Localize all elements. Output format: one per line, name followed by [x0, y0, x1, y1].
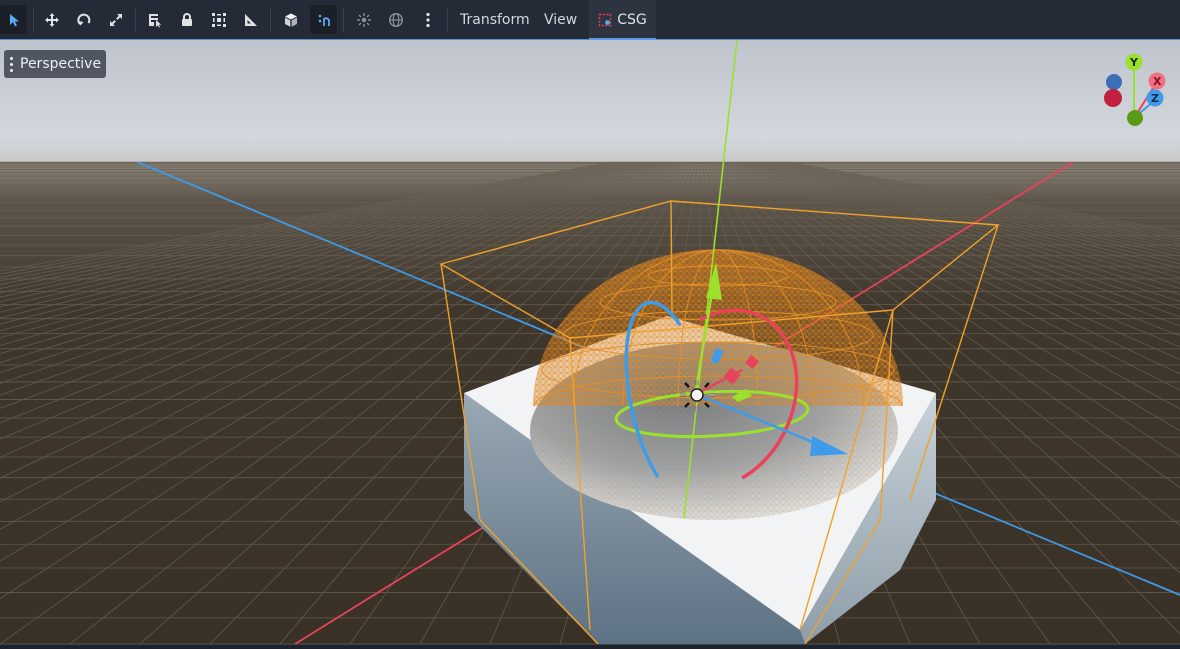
scale-icon	[109, 13, 122, 26]
rotate-icon	[76, 13, 90, 25]
sun-preview-toggle[interactable]	[350, 5, 377, 34]
scene-canvas: Y X Z	[0, 40, 1180, 644]
toolbar-separator	[270, 8, 271, 32]
scale-tool-button[interactable]	[102, 5, 129, 34]
toolbar-separator	[343, 8, 344, 32]
gizmo-z-label: Z	[1151, 92, 1159, 105]
gizmo-neg-y-ball[interactable]	[1127, 110, 1143, 126]
tab-csg[interactable]: CSG	[589, 0, 656, 40]
move-arrows-icon	[44, 12, 59, 27]
gizmo-neg-x-ball[interactable]	[1104, 89, 1122, 107]
bottom-panel-edge	[0, 644, 1180, 649]
list-select-icon	[148, 13, 161, 27]
lock-tool-button[interactable]	[173, 5, 200, 34]
environment-preview-toggle[interactable]	[382, 5, 409, 34]
pointer-arrow-icon	[9, 13, 19, 26]
snap-magnet-icon	[318, 14, 330, 26]
rotate-tool-button[interactable]	[70, 5, 97, 34]
3d-viewport[interactable]: Y X Z Perspective	[0, 40, 1180, 644]
csg-tab-label: CSG	[617, 11, 647, 28]
toolbar-separator	[135, 8, 136, 32]
more-options-button[interactable]	[414, 5, 441, 34]
ruler-tool-button[interactable]	[237, 5, 264, 34]
csg-dotted-box-icon	[599, 13, 612, 26]
group-icon	[211, 12, 226, 27]
sun-icon	[356, 12, 371, 27]
view-menu[interactable]: View	[544, 0, 577, 39]
cube-icon	[284, 13, 297, 27]
globe-icon	[388, 12, 403, 27]
gizmo-x-label: X	[1153, 75, 1162, 88]
transform-menu[interactable]: Transform	[460, 0, 530, 39]
list-select-tool-button[interactable]	[141, 5, 168, 34]
viewport-toolbar: Transform View CSG	[0, 0, 1180, 40]
gizmo-neg-z-ball[interactable]	[1106, 74, 1122, 90]
ruler-icon	[244, 13, 257, 26]
toolbar-separator	[447, 8, 448, 32]
snap-toggle[interactable]	[310, 5, 337, 34]
group-tool-button[interactable]	[205, 5, 232, 34]
select-tool-button[interactable]	[0, 5, 27, 34]
perspective-label: Perspective	[20, 56, 102, 72]
vertical-dots-icon	[10, 56, 13, 72]
toolbar-separator	[33, 8, 34, 32]
move-tool-button[interactable]	[38, 5, 65, 34]
gizmo-y-label: Y	[1129, 56, 1139, 69]
perspective-menu-button[interactable]: Perspective	[4, 50, 107, 78]
local-space-toggle[interactable]	[277, 5, 304, 34]
lock-icon	[181, 12, 192, 26]
vertical-dots-icon	[425, 12, 430, 27]
